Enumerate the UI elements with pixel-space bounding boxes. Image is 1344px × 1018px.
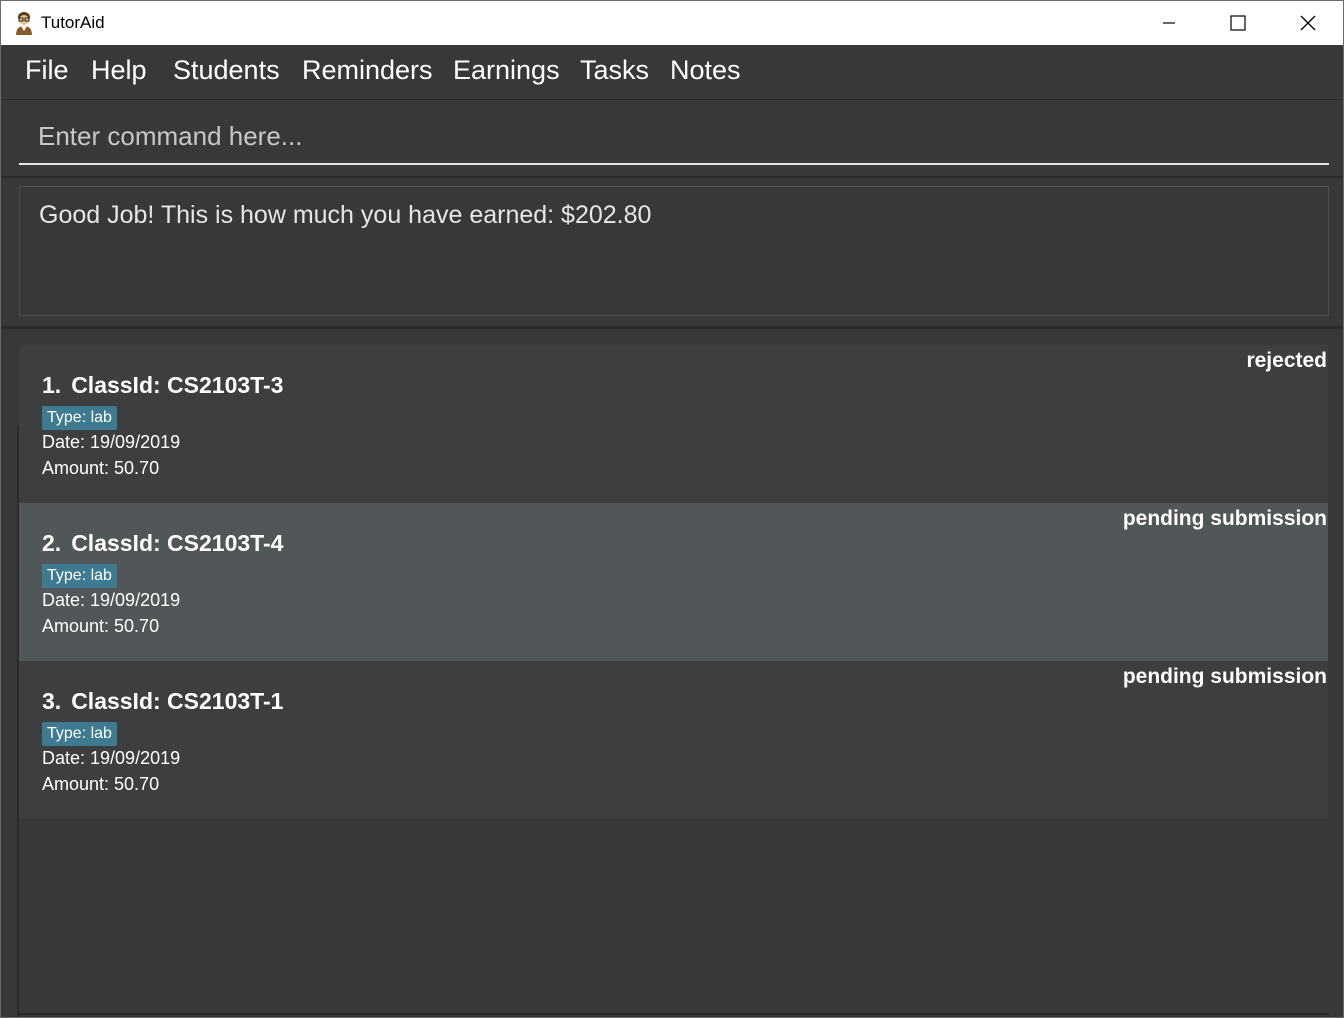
card-status: pending submission: [1122, 507, 1327, 530]
card-class-id: ClassId: CS2103T-3: [71, 372, 284, 398]
card-title: 2. ClassId: CS2103T-4: [42, 530, 283, 557]
card-class-id: ClassId: CS2103T-1: [71, 688, 284, 714]
card-status: rejected: [1246, 349, 1327, 372]
card-index: 3.: [42, 688, 62, 714]
earnings-card[interactable]: 2. ClassId: CS2103T-4 pending submission …: [19, 503, 1328, 661]
card-index: 1.: [42, 372, 62, 398]
close-icon: [1300, 15, 1316, 31]
card-date: Date: 19/09/2019: [42, 748, 181, 768]
type-tag: Type: lab: [42, 722, 117, 746]
result-display: Good Job! This is how much you have earn…: [1, 178, 1343, 329]
command-box: [1, 100, 1343, 178]
menu-bar: File Help Students Reminders Earnings Ta…: [1, 45, 1343, 100]
menu-notes[interactable]: Notes: [670, 55, 741, 86]
type-tag: Type: lab: [42, 406, 117, 430]
close-button[interactable]: [1274, 1, 1342, 45]
result-text-area[interactable]: Good Job! This is how much you have earn…: [19, 186, 1329, 316]
window-title: TutorAid: [41, 13, 105, 32]
menu-students[interactable]: Students: [173, 55, 280, 86]
menu-reminders[interactable]: Reminders: [302, 55, 433, 86]
menu-help[interactable]: Help: [91, 55, 147, 86]
command-input[interactable]: [19, 110, 1329, 165]
card-index: 2.: [42, 530, 62, 556]
title-bar[interactable]: TutorAid: [1, 1, 1343, 45]
card-date: Date: 19/09/2019: [42, 432, 181, 452]
minimize-button[interactable]: [1135, 1, 1203, 45]
earnings-list[interactable]: 1. ClassId: CS2103T-3 rejected Type: lab …: [1, 329, 1343, 1017]
maximize-icon: [1230, 15, 1246, 31]
minimize-icon: [1163, 22, 1175, 24]
card-title: 3. ClassId: CS2103T-1: [42, 688, 283, 715]
earnings-card[interactable]: 1. ClassId: CS2103T-3 rejected Type: lab …: [19, 345, 1328, 503]
card-title: 1. ClassId: CS2103T-3: [42, 372, 283, 399]
card-amount: Amount: 50.70: [42, 774, 160, 794]
result-message: Good Job! This is how much you have earn…: [39, 201, 652, 229]
menu-file[interactable]: File: [25, 55, 69, 86]
card-date: Date: 19/09/2019: [42, 590, 181, 610]
list-bottom-divider: [19, 1013, 1329, 1015]
type-tag: Type: lab: [42, 564, 117, 588]
card-class-id: ClassId: CS2103T-4: [71, 530, 284, 556]
app-window: TutorAid File Help Students Reminders Ea…: [0, 0, 1344, 1018]
card-amount: Amount: 50.70: [42, 458, 160, 478]
tutor-avatar-icon: [13, 11, 35, 35]
card-amount: Amount: 50.70: [42, 616, 160, 636]
card-status: pending submission: [1122, 665, 1327, 688]
earnings-card[interactable]: 3. ClassId: CS2103T-1 pending submission …: [19, 661, 1328, 819]
maximize-button[interactable]: [1204, 1, 1272, 45]
menu-earnings[interactable]: Earnings: [453, 55, 560, 86]
menu-tasks[interactable]: Tasks: [580, 55, 649, 86]
